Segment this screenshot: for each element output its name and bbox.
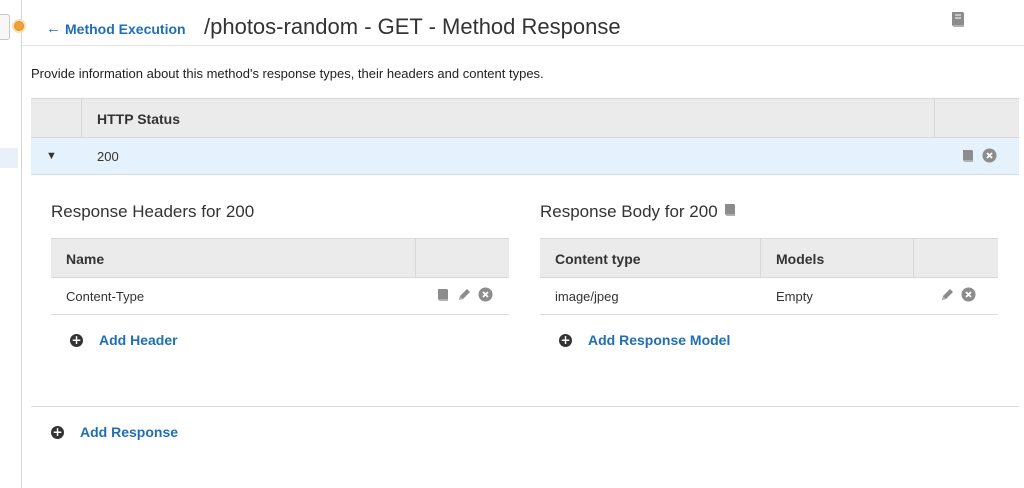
response-headers-title: Response Headers for 200 — [51, 202, 255, 221]
close-circle-icon[interactable] — [982, 148, 997, 168]
pencil-icon[interactable] — [940, 287, 955, 305]
add-response-label: Add Response — [80, 424, 179, 440]
section-divider — [31, 406, 1019, 407]
name-column-header: Name — [66, 251, 105, 267]
plus-circle-icon: + — [51, 424, 64, 439]
close-circle-icon[interactable] — [961, 287, 976, 305]
back-arrow-icon: ← — [46, 20, 61, 37]
plus-circle-icon: + — [559, 332, 572, 347]
book-icon[interactable] — [435, 288, 451, 305]
models-column-header: Models — [776, 251, 825, 267]
header-name: Content-Type — [66, 289, 145, 304]
table-row: image/jpeg Empty — [540, 278, 998, 315]
caret-down-icon[interactable]: ▼ — [46, 150, 57, 162]
response-headers-table: Name Content-Type — [51, 238, 509, 315]
left-sidebar-strip — [0, 0, 22, 488]
book-icon[interactable] — [960, 149, 976, 168]
response-headers-table-header: Name — [51, 238, 509, 278]
page-description: Provide information about this method's … — [31, 66, 544, 81]
http-status-table: HTTP Status ▼ 200 — [31, 98, 1019, 175]
pencil-icon[interactable] — [457, 287, 472, 305]
response-body-title-wrap: Response Body for 200 — [540, 202, 738, 222]
content-type-column-header: Content type — [555, 251, 641, 267]
back-link-label: Method Execution — [65, 20, 186, 37]
response-body-title: Response Body for 200 — [540, 202, 718, 221]
table-row: Content-Type — [51, 278, 509, 315]
close-circle-icon[interactable] — [478, 287, 493, 305]
add-header-label: Add Header — [99, 332, 178, 348]
add-header-button[interactable]: + Add Header — [70, 332, 178, 348]
page-title: /photos-random - GET - Method Response — [204, 14, 621, 39]
add-response-model-label: Add Response Model — [588, 332, 731, 348]
model-value: Empty — [776, 289, 813, 304]
sidebar-toggle[interactable] — [0, 14, 10, 40]
book-icon[interactable] — [722, 202, 738, 222]
add-response-model-button[interactable]: + Add Response Model — [559, 332, 730, 348]
http-status-table-header: HTTP Status — [31, 98, 1019, 138]
page-header: ← Method Execution /photos-random - GET … — [22, 0, 1024, 46]
back-to-method-execution-link[interactable]: ← Method Execution — [46, 20, 186, 37]
http-status-column-header: HTTP Status — [97, 111, 180, 127]
content-type-value: image/jpeg — [555, 289, 619, 304]
response-body-table-header: Content type Models — [540, 238, 998, 278]
response-body-table: Content type Models image/jpeg Empty — [540, 238, 998, 315]
http-status-code: 200 — [97, 149, 119, 164]
plus-circle-icon: + — [70, 332, 83, 347]
book-icon[interactable] — [948, 10, 968, 33]
add-response-button[interactable]: + Add Response — [51, 424, 178, 440]
sidebar-selected-item[interactable] — [0, 148, 18, 168]
table-row[interactable]: ▼ 200 — [31, 138, 1019, 175]
